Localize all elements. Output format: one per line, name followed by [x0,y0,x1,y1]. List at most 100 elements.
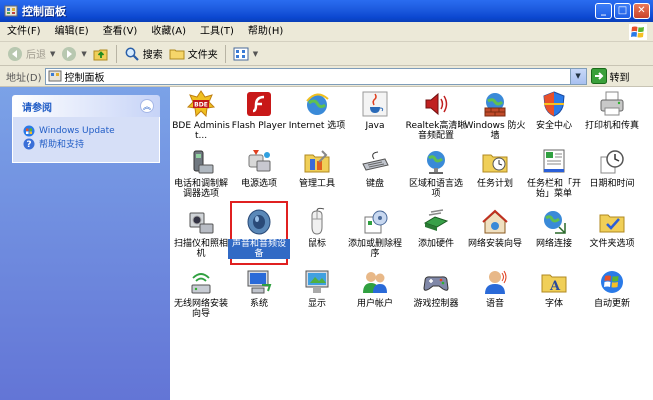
menu-bar: 文件(F) 编辑(E) 查看(V) 收藏(A) 工具(T) 帮助(H) [0,22,653,42]
address-value: 控制面板 [64,72,105,84]
item-admin-tools[interactable]: 管理工具 [289,147,345,189]
go-button[interactable]: 转到 [590,68,630,84]
svg-text:A: A [549,279,561,294]
back-button[interactable]: 后退 ▼ [4,43,58,65]
item-network-connections[interactable]: 网络连接 [526,207,582,249]
network-connections-icon [544,211,566,234]
minimize-button[interactable]: _ [595,3,612,19]
keyboard-icon [362,151,389,171]
item-sounds-audio[interactable]: 声音和音频设备 [228,207,290,259]
search-button[interactable]: 搜索 [121,43,166,65]
item-system[interactable]: 系统 [231,267,287,309]
item-label: 扫描仪和照相机 [173,239,228,259]
folders-button[interactable]: 文件夹 [166,43,221,65]
scheduled-tasks-icon [482,154,508,173]
item-add-remove-programs[interactable]: 添加或删除程序 [347,207,403,259]
item-label: 语音 [485,299,504,309]
chevron-down-icon[interactable]: ▼ [253,50,258,58]
power-options-icon [248,150,271,172]
item-label: 无线网络安装向导 [173,299,228,319]
item-network-setup-wizard[interactable]: 网络安装向导 [467,207,523,249]
automatic-updates-icon [601,271,623,293]
windows-update-icon [23,125,35,136]
go-arrow-icon [590,68,607,84]
item-folder-options[interactable]: 文件夹选项 [584,207,640,249]
collapse-icon[interactable]: ︽ [140,99,154,113]
speech-icon [485,270,507,294]
admin-tools-icon [304,150,330,173]
item-label: Flash Player [231,121,287,131]
item-label: 任务栏和「开始」菜单 [526,179,581,199]
item-display[interactable]: 显示 [289,267,345,309]
item-label: 区域和语言选项 [408,179,463,199]
item-label: 管理工具 [298,179,335,189]
item-bde-administrator[interactable]: BDE BDE Administ... [172,89,230,141]
item-label: 日期和时间 [589,179,635,189]
item-scanners-cameras[interactable]: 扫描仪和照相机 [173,207,229,259]
item-label: 系统 [249,299,268,309]
item-user-accounts[interactable]: 用户帐户 [347,267,403,309]
address-bar: 地址(D) 控制面板 ▼ 转到 [0,66,653,87]
item-realtek-audio[interactable]: Realtek高清晰音频配置 [406,89,466,141]
globe-icon [427,151,445,174]
item-label: 游戏控制器 [413,299,459,309]
clock-icon [600,150,624,174]
menu-tools[interactable]: 工具(T) [193,22,241,42]
fonts-icon: A [541,274,567,294]
up-folder-button[interactable] [90,43,112,65]
maximize-button[interactable]: □ [614,3,631,19]
shield-icon [543,91,565,117]
link-help-support[interactable]: ? 帮助和支持 [23,137,151,150]
forward-button[interactable]: ▼ [58,43,89,65]
chevron-down-icon[interactable]: ▼ [50,50,55,58]
user-accounts-icon [363,272,387,293]
item-printers-faxes[interactable]: 打印机和传真 [584,89,640,131]
item-label: 声音和音频设备 [228,239,290,259]
item-wireless-network-wizard[interactable]: 无线网络安装向导 [173,267,229,319]
folder-icon [169,49,185,59]
add-hardware-icon [423,209,449,231]
task-pane: 请参阅 ︽ Windows Update ? 帮助和支持 [0,87,170,400]
item-label: 字体 [544,299,563,309]
item-fonts[interactable]: A 字体 [526,267,582,309]
address-input[interactable]: 控制面板 ▼ [44,67,587,85]
chevron-down-icon[interactable]: ▼ [569,68,586,84]
game-controller-icon [423,276,449,291]
item-region-language[interactable]: 区域和语言选项 [408,147,464,199]
panel-header[interactable]: 请参阅 ︽ [12,95,160,117]
item-mouse[interactable]: 鼠标 [289,207,345,249]
link-windows-update[interactable]: Windows Update [23,124,151,137]
item-windows-firewall[interactable]: Windows 防火墙 [464,89,526,141]
menu-file[interactable]: 文件(F) [0,22,48,42]
system-icon [247,270,272,294]
item-game-controllers[interactable]: 游戏控制器 [408,267,464,309]
item-internet-options[interactable]: Internet 选项 [289,89,345,131]
close-button[interactable]: ✕ [633,3,650,19]
item-add-hardware[interactable]: 添加硬件 [408,207,464,249]
item-label: 安全中心 [535,121,572,131]
item-power-options[interactable]: 电源选项 [231,147,287,189]
menu-view[interactable]: 查看(V) [96,22,145,42]
item-label: 任务计划 [476,179,513,189]
chevron-down-icon[interactable]: ▼ [81,50,86,58]
item-phone-modem[interactable]: 电话和调制解调器选项 [173,147,229,199]
item-flash-player[interactable]: Flash Player [231,89,287,131]
menu-favorites[interactable]: 收藏(A) [144,22,193,42]
menu-help[interactable]: 帮助(H) [241,22,290,42]
control-panel-icon [4,5,18,17]
views-button[interactable]: ▼ [230,43,261,65]
taskbar-icon [543,149,565,173]
item-label: 用户帐户 [356,299,393,309]
item-automatic-updates[interactable]: 自动更新 [584,267,640,309]
item-label: BDE Administ... [172,121,230,141]
item-security-center[interactable]: 安全中心 [526,89,582,131]
menu-edit[interactable]: 编辑(E) [48,22,96,42]
item-scheduled-tasks[interactable]: 任务计划 [467,147,523,189]
item-keyboard[interactable]: 键盘 [347,147,403,189]
item-taskbar-start-menu[interactable]: 任务栏和「开始」菜单 [526,147,582,199]
window-title: 控制面板 [22,5,66,18]
folder-options-icon [599,214,625,233]
item-java[interactable]: Java [347,89,403,131]
item-speech[interactable]: 语音 [467,267,523,309]
item-date-time[interactable]: 日期和时间 [584,147,640,189]
